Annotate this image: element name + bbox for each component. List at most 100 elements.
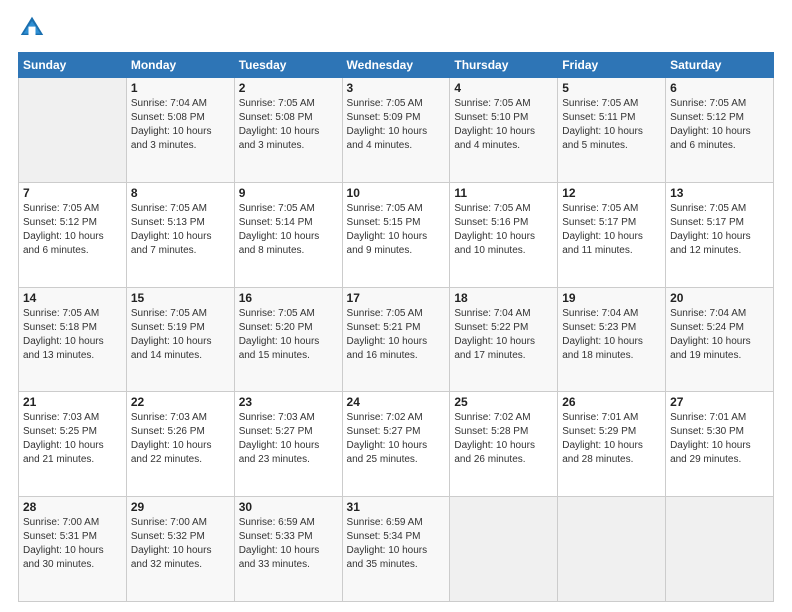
day-number: 6	[670, 81, 769, 95]
day-info: Sunrise: 7:04 AMSunset: 5:23 PMDaylight:…	[562, 307, 661, 363]
day-number: 26	[562, 395, 661, 409]
col-header-wednesday: Wednesday	[342, 53, 450, 78]
day-cell	[558, 497, 666, 602]
day-cell: 11 Sunrise: 7:05 AMSunset: 5:16 PMDayligh…	[450, 182, 558, 287]
day-info: Sunrise: 7:05 AMSunset: 5:18 PMDaylight:…	[23, 307, 122, 363]
day-number: 3	[347, 81, 446, 95]
day-info: Sunrise: 7:05 AMSunset: 5:21 PMDaylight:…	[347, 307, 446, 363]
day-number: 9	[239, 186, 338, 200]
day-info: Sunrise: 7:05 AMSunset: 5:12 PMDaylight:…	[670, 97, 769, 153]
week-row-4: 28 Sunrise: 7:00 AMSunset: 5:31 PMDayligh…	[19, 497, 774, 602]
day-number: 16	[239, 291, 338, 305]
day-info: Sunrise: 7:05 AMSunset: 5:09 PMDaylight:…	[347, 97, 446, 153]
day-cell: 28 Sunrise: 7:00 AMSunset: 5:31 PMDayligh…	[19, 497, 127, 602]
day-info: Sunrise: 7:05 AMSunset: 5:19 PMDaylight:…	[131, 307, 230, 363]
day-info: Sunrise: 7:03 AMSunset: 5:25 PMDaylight:…	[23, 411, 122, 467]
day-number: 7	[23, 186, 122, 200]
day-cell: 2 Sunrise: 7:05 AMSunset: 5:08 PMDaylight…	[234, 78, 342, 183]
day-cell: 23 Sunrise: 7:03 AMSunset: 5:27 PMDayligh…	[234, 392, 342, 497]
day-info: Sunrise: 7:01 AMSunset: 5:29 PMDaylight:…	[562, 411, 661, 467]
day-number: 25	[454, 395, 553, 409]
day-cell: 19 Sunrise: 7:04 AMSunset: 5:23 PMDayligh…	[558, 287, 666, 392]
day-cell: 3 Sunrise: 7:05 AMSunset: 5:09 PMDaylight…	[342, 78, 450, 183]
col-header-monday: Monday	[126, 53, 234, 78]
day-cell: 21 Sunrise: 7:03 AMSunset: 5:25 PMDayligh…	[19, 392, 127, 497]
day-cell: 10 Sunrise: 7:05 AMSunset: 5:15 PMDayligh…	[342, 182, 450, 287]
page: SundayMondayTuesdayWednesdayThursdayFrid…	[0, 0, 792, 612]
day-number: 20	[670, 291, 769, 305]
day-info: Sunrise: 7:05 AMSunset: 5:13 PMDaylight:…	[131, 202, 230, 258]
day-cell: 24 Sunrise: 7:02 AMSunset: 5:27 PMDayligh…	[342, 392, 450, 497]
day-info: Sunrise: 7:04 AMSunset: 5:08 PMDaylight:…	[131, 97, 230, 153]
day-info: Sunrise: 7:00 AMSunset: 5:32 PMDaylight:…	[131, 516, 230, 572]
day-number: 2	[239, 81, 338, 95]
day-info: Sunrise: 7:05 AMSunset: 5:08 PMDaylight:…	[239, 97, 338, 153]
day-cell: 30 Sunrise: 6:59 AMSunset: 5:33 PMDayligh…	[234, 497, 342, 602]
day-number: 19	[562, 291, 661, 305]
day-number: 29	[131, 500, 230, 514]
day-info: Sunrise: 7:04 AMSunset: 5:22 PMDaylight:…	[454, 307, 553, 363]
day-number: 8	[131, 186, 230, 200]
day-number: 14	[23, 291, 122, 305]
day-number: 18	[454, 291, 553, 305]
day-number: 1	[131, 81, 230, 95]
day-cell	[450, 497, 558, 602]
day-cell	[666, 497, 774, 602]
logo	[18, 18, 48, 42]
day-number: 27	[670, 395, 769, 409]
day-info: Sunrise: 7:01 AMSunset: 5:30 PMDaylight:…	[670, 411, 769, 467]
day-cell: 5Sunrise: 7:05 AMSunset: 5:11 PMDaylight…	[558, 78, 666, 183]
day-info: Sunrise: 7:05 AMSunset: 5:14 PMDaylight:…	[239, 202, 338, 258]
col-header-tuesday: Tuesday	[234, 53, 342, 78]
day-cell: 18 Sunrise: 7:04 AMSunset: 5:22 PMDayligh…	[450, 287, 558, 392]
day-number: 28	[23, 500, 122, 514]
day-cell: 31Sunrise: 6:59 AMSunset: 5:34 PMDayligh…	[342, 497, 450, 602]
day-info: Sunrise: 7:03 AMSunset: 5:27 PMDaylight:…	[239, 411, 338, 467]
header	[18, 18, 774, 42]
week-row-0: 1 Sunrise: 7:04 AMSunset: 5:08 PMDaylight…	[19, 78, 774, 183]
day-cell: 17Sunrise: 7:05 AMSunset: 5:21 PMDayligh…	[342, 287, 450, 392]
day-cell: 15 Sunrise: 7:05 AMSunset: 5:19 PMDayligh…	[126, 287, 234, 392]
day-info: Sunrise: 7:02 AMSunset: 5:27 PMDaylight:…	[347, 411, 446, 467]
day-info: Sunrise: 7:05 AMSunset: 5:15 PMDaylight:…	[347, 202, 446, 258]
day-info: Sunrise: 7:05 AMSunset: 5:17 PMDaylight:…	[670, 202, 769, 258]
day-number: 15	[131, 291, 230, 305]
col-header-thursday: Thursday	[450, 53, 558, 78]
day-cell: 1 Sunrise: 7:04 AMSunset: 5:08 PMDaylight…	[126, 78, 234, 183]
day-number: 10	[347, 186, 446, 200]
header-row: SundayMondayTuesdayWednesdayThursdayFrid…	[19, 53, 774, 78]
logo-icon	[18, 14, 46, 42]
week-row-3: 21 Sunrise: 7:03 AMSunset: 5:25 PMDayligh…	[19, 392, 774, 497]
day-number: 4	[454, 81, 553, 95]
day-cell: 6 Sunrise: 7:05 AMSunset: 5:12 PMDaylight…	[666, 78, 774, 183]
day-info: Sunrise: 7:02 AMSunset: 5:28 PMDaylight:…	[454, 411, 553, 467]
day-cell: 7 Sunrise: 7:05 AMSunset: 5:12 PMDaylight…	[19, 182, 127, 287]
day-cell: 4Sunrise: 7:05 AMSunset: 5:10 PMDaylight…	[450, 78, 558, 183]
day-cell: 13 Sunrise: 7:05 AMSunset: 5:17 PMDayligh…	[666, 182, 774, 287]
day-cell: 27 Sunrise: 7:01 AMSunset: 5:30 PMDayligh…	[666, 392, 774, 497]
day-cell: 29 Sunrise: 7:00 AMSunset: 5:32 PMDayligh…	[126, 497, 234, 602]
day-cell: 22Sunrise: 7:03 AMSunset: 5:26 PMDayligh…	[126, 392, 234, 497]
day-cell: 12Sunrise: 7:05 AMSunset: 5:17 PMDayligh…	[558, 182, 666, 287]
day-number: 12	[562, 186, 661, 200]
day-cell	[19, 78, 127, 183]
day-number: 11	[454, 186, 553, 200]
day-number: 13	[670, 186, 769, 200]
week-row-2: 14 Sunrise: 7:05 AMSunset: 5:18 PMDayligh…	[19, 287, 774, 392]
day-number: 30	[239, 500, 338, 514]
day-info: Sunrise: 7:05 AMSunset: 5:12 PMDaylight:…	[23, 202, 122, 258]
day-cell: 16Sunrise: 7:05 AMSunset: 5:20 PMDayligh…	[234, 287, 342, 392]
col-header-saturday: Saturday	[666, 53, 774, 78]
col-header-friday: Friday	[558, 53, 666, 78]
week-row-1: 7 Sunrise: 7:05 AMSunset: 5:12 PMDaylight…	[19, 182, 774, 287]
day-number: 21	[23, 395, 122, 409]
day-info: Sunrise: 7:04 AMSunset: 5:24 PMDaylight:…	[670, 307, 769, 363]
day-info: Sunrise: 7:00 AMSunset: 5:31 PMDaylight:…	[23, 516, 122, 572]
day-number: 24	[347, 395, 446, 409]
day-info: Sunrise: 6:59 AMSunset: 5:33 PMDaylight:…	[239, 516, 338, 572]
day-cell: 26 Sunrise: 7:01 AMSunset: 5:29 PMDayligh…	[558, 392, 666, 497]
day-info: Sunrise: 7:05 AMSunset: 5:16 PMDaylight:…	[454, 202, 553, 258]
day-cell: 20 Sunrise: 7:04 AMSunset: 5:24 PMDayligh…	[666, 287, 774, 392]
col-header-sunday: Sunday	[19, 53, 127, 78]
day-number: 23	[239, 395, 338, 409]
